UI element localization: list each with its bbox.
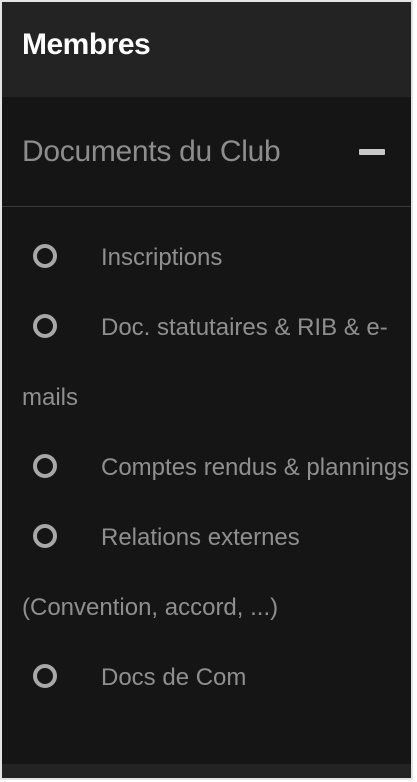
menu-item-relations-externes[interactable]: Relations externes (Convention, accord, …: [22, 503, 411, 643]
circle-icon: [33, 314, 57, 338]
circle-icon: [33, 454, 57, 478]
circle-icon: [33, 524, 57, 548]
circle-icon: [33, 664, 57, 688]
minus-icon[interactable]: [359, 148, 385, 155]
menu-item-comptes-rendus[interactable]: Comptes rendus & plannings: [22, 433, 411, 503]
menu-item-docs-de-com[interactable]: Docs de Com: [22, 643, 411, 713]
section-documents-toggle[interactable]: Documents du Club: [2, 97, 411, 207]
circle-icon: [33, 244, 57, 268]
next-menu-strip: [2, 764, 411, 778]
menu-item-label: Relations externes (Convention, accord, …: [22, 524, 300, 621]
menu-item-label: Inscriptions: [101, 244, 223, 271]
sidebar-panel: Membres Documents du Club Inscriptions D…: [0, 0, 413, 780]
menu-header-title: Membres: [22, 27, 151, 61]
menu-item-label: Doc. statutaires & RIB & e-mails: [22, 314, 388, 411]
menu-item-label: Docs de Com: [101, 664, 247, 691]
menu-item-label: Comptes rendus & plannings: [101, 454, 410, 481]
menu-header[interactable]: Membres: [2, 2, 411, 97]
section-title: Documents du Club: [22, 134, 281, 168]
menu-item-inscriptions[interactable]: Inscriptions: [22, 223, 411, 293]
menu-item-doc-statutaires[interactable]: Doc. statutaires & RIB & e-mails: [22, 293, 411, 433]
section-items-list: Inscriptions Doc. statutaires & RIB & e-…: [2, 207, 411, 713]
